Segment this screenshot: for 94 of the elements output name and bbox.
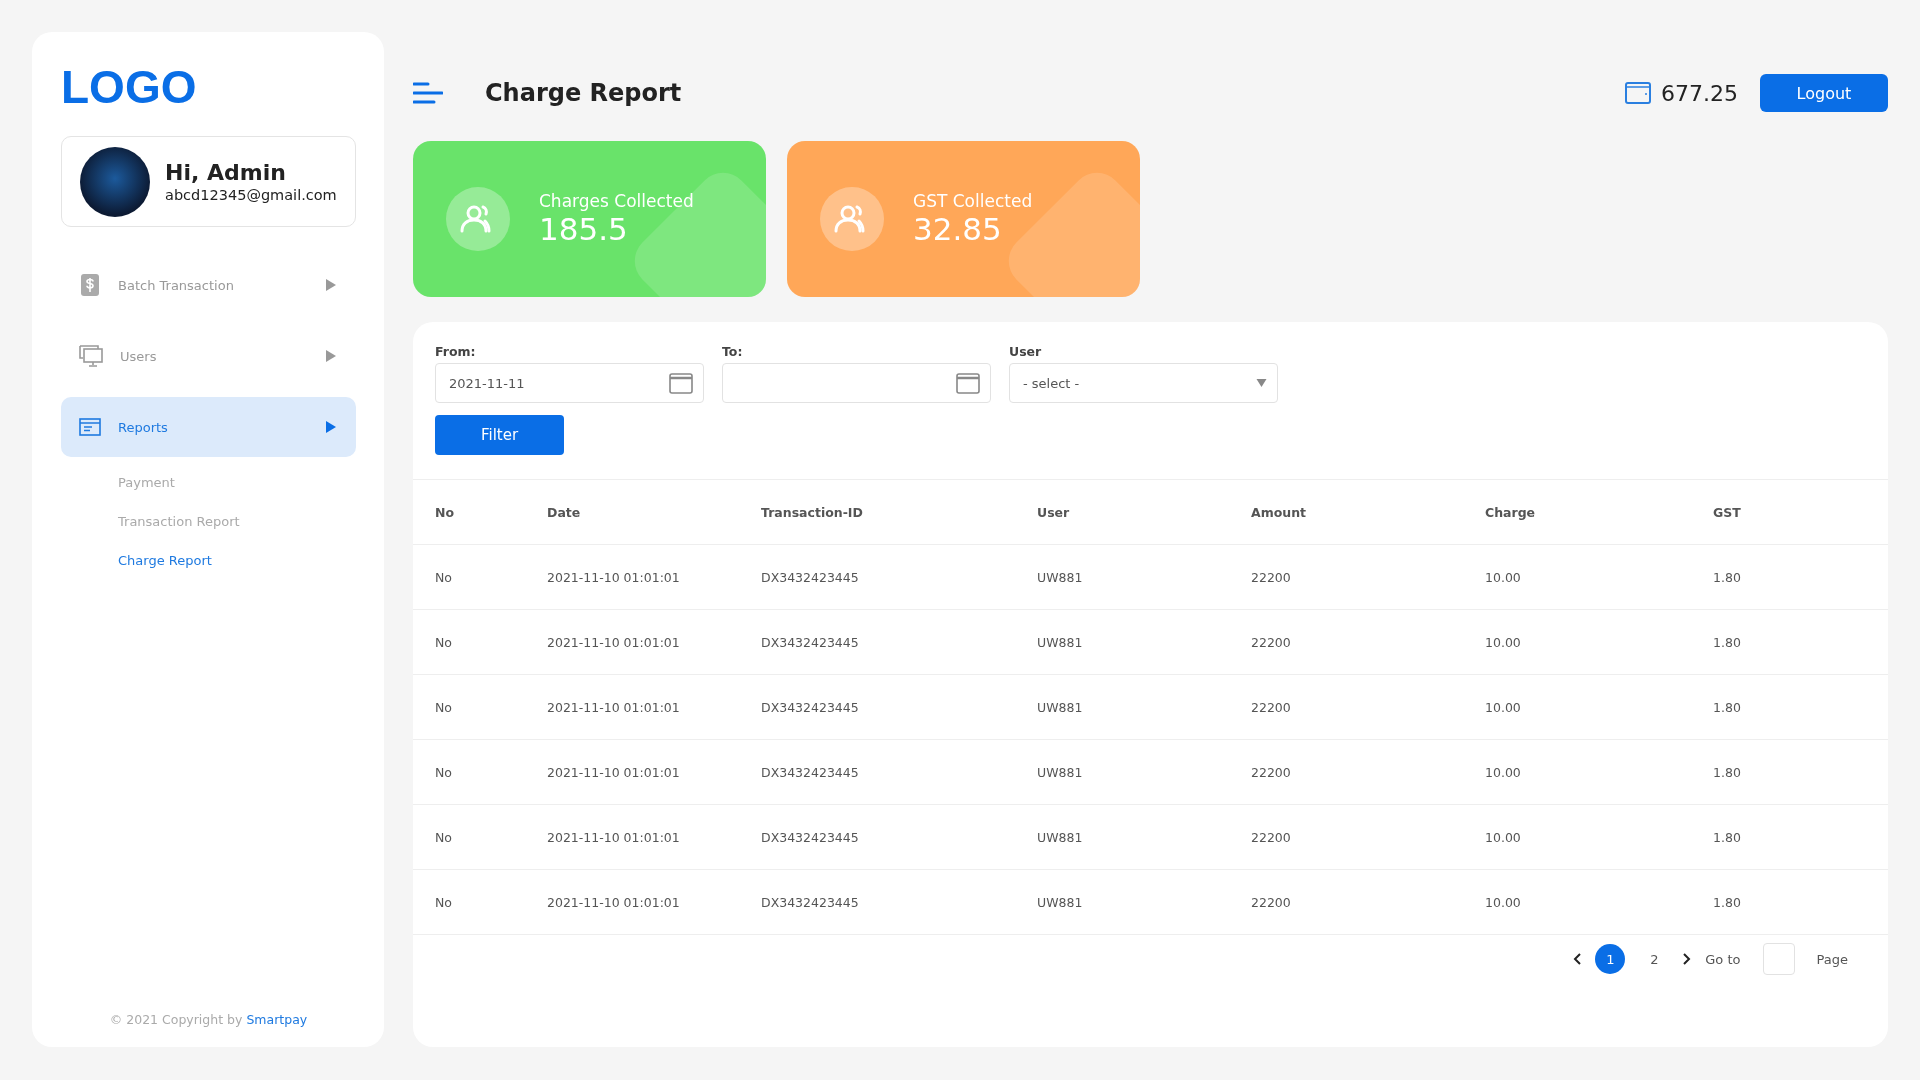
user-label: User <box>1009 344 1043 359</box>
table-cell: UW881 <box>1036 869 1250 935</box>
table-cell: 1.80 <box>1712 544 1888 610</box>
table-cell: UW881 <box>1036 609 1250 675</box>
caret-icon <box>326 279 336 291</box>
column-header: Transaction-ID <box>760 479 1036 545</box>
table-cell: 10.00 <box>1484 544 1712 610</box>
table-cell: 2021-11-10 01:01:01 <box>546 869 760 935</box>
card-label: GST Collected <box>913 191 1033 211</box>
column-header: Charge <box>1484 479 1712 545</box>
balance-text: 677.25 <box>1661 80 1738 106</box>
report-icon <box>78 415 102 439</box>
table-cell: 1.80 <box>1712 609 1888 675</box>
column-header: Date <box>546 479 760 545</box>
page-label: Page <box>1816 951 1848 967</box>
sidebar-item[interactable]: Batch Transaction <box>61 255 356 315</box>
table-cell: 22200 <box>1250 609 1484 675</box>
card-label: Charges Collected <box>539 191 694 211</box>
page-title: Charge Report <box>485 79 682 107</box>
sidebar-item[interactable]: Users <box>61 326 356 386</box>
to-label: To: <box>722 344 744 359</box>
table-cell: DX3432423445 <box>760 869 1036 935</box>
table-cell: 1.80 <box>1712 804 1888 870</box>
table-cell: 2021-11-10 01:01:01 <box>546 804 760 870</box>
table-cell: No <box>413 674 546 740</box>
table-cell: 1.80 <box>1712 739 1888 805</box>
table-cell: 22200 <box>1250 544 1484 610</box>
card-value: 185.5 <box>539 211 629 247</box>
table-cell: 10.00 <box>1484 869 1712 935</box>
table-cell: 1.80 <box>1712 674 1888 740</box>
filter-button[interactable]: Filter <box>435 415 564 455</box>
table-cell: UW881 <box>1036 804 1250 870</box>
column-header: User <box>1036 479 1250 545</box>
table-cell: UW881 <box>1036 544 1250 610</box>
table-cell: 2021-11-10 01:01:01 <box>546 674 760 740</box>
table-cell: 22200 <box>1250 674 1484 740</box>
table-cell: 22200 <box>1250 804 1484 870</box>
goto-label: Go to <box>1705 951 1741 967</box>
table-cell: No <box>413 544 546 610</box>
submenu-item[interactable]: Payment <box>61 468 175 507</box>
column-header: No <box>413 479 546 545</box>
dollar-icon <box>78 273 102 297</box>
greeting-text: Hi, Admin <box>165 160 287 185</box>
dropdown-icon <box>1256 379 1267 387</box>
table-cell: UW881 <box>1036 674 1250 740</box>
table-cell: 22200 <box>1250 739 1484 805</box>
monitor-icon <box>78 344 104 368</box>
previous-page-icon[interactable] <box>1573 953 1582 965</box>
table-cell: 10.00 <box>1484 804 1712 870</box>
table-cell: No <box>413 804 546 870</box>
table-cell: UW881 <box>1036 739 1250 805</box>
submenu-item[interactable]: Charge Report <box>61 546 212 585</box>
calendar-icon <box>956 372 980 394</box>
table-cell: DX3432423445 <box>760 739 1036 805</box>
to-date-field[interactable] <box>722 363 991 403</box>
page-number[interactable]: 1 <box>1595 944 1626 974</box>
table-cell: DX3432423445 <box>760 674 1036 740</box>
next-page-icon[interactable] <box>1683 953 1692 965</box>
copyright-text: © 2021 Copyright by <box>109 1012 243 1027</box>
wallet-icon <box>1625 82 1651 104</box>
logout-button[interactable]: Logout <box>1760 74 1888 112</box>
from-label: From: <box>435 344 477 359</box>
submenu-item[interactable]: Transaction Report <box>61 507 240 546</box>
table-cell: No <box>413 869 546 935</box>
table-cell: 22200 <box>1250 869 1484 935</box>
email-text: abcd12345@gmail.com <box>165 187 337 203</box>
table-cell: 1.80 <box>1712 869 1888 935</box>
table-cell: 10.00 <box>1484 674 1712 740</box>
logo: LOGO <box>61 60 197 114</box>
page-number[interactable]: 2 <box>1639 944 1670 974</box>
table-cell: 10.00 <box>1484 739 1712 805</box>
table-cell: No <box>413 609 546 675</box>
calendar-icon <box>669 372 693 394</box>
table-cell: 2021-11-10 01:01:01 <box>546 609 760 675</box>
from-date-field[interactable]: 2021-11-11 <box>435 363 704 403</box>
caret-icon <box>326 350 336 362</box>
caret-icon <box>326 421 336 433</box>
table-cell: 10.00 <box>1484 609 1712 675</box>
table-cell: DX3432423445 <box>760 804 1036 870</box>
page-input[interactable] <box>1762 943 1795 975</box>
table-cell: No <box>413 739 546 805</box>
user-select[interactable]: - select - <box>1009 363 1278 403</box>
card-value: 32.85 <box>913 211 1003 247</box>
table-cell: DX3432423445 <box>760 609 1036 675</box>
menu-icon[interactable] <box>413 82 443 104</box>
sidebar-item[interactable]: Reports <box>61 397 356 457</box>
users-icon <box>446 187 510 251</box>
smartpay-link[interactable]: Smartpay <box>246 1012 308 1027</box>
column-header: GST <box>1712 479 1888 545</box>
users-icon <box>820 187 884 251</box>
table-cell: 2021-11-10 01:01:01 <box>546 544 760 610</box>
table-cell: DX3432423445 <box>760 544 1036 610</box>
column-header: Amount <box>1250 479 1484 545</box>
table-cell: 2021-11-10 01:01:01 <box>546 739 760 805</box>
